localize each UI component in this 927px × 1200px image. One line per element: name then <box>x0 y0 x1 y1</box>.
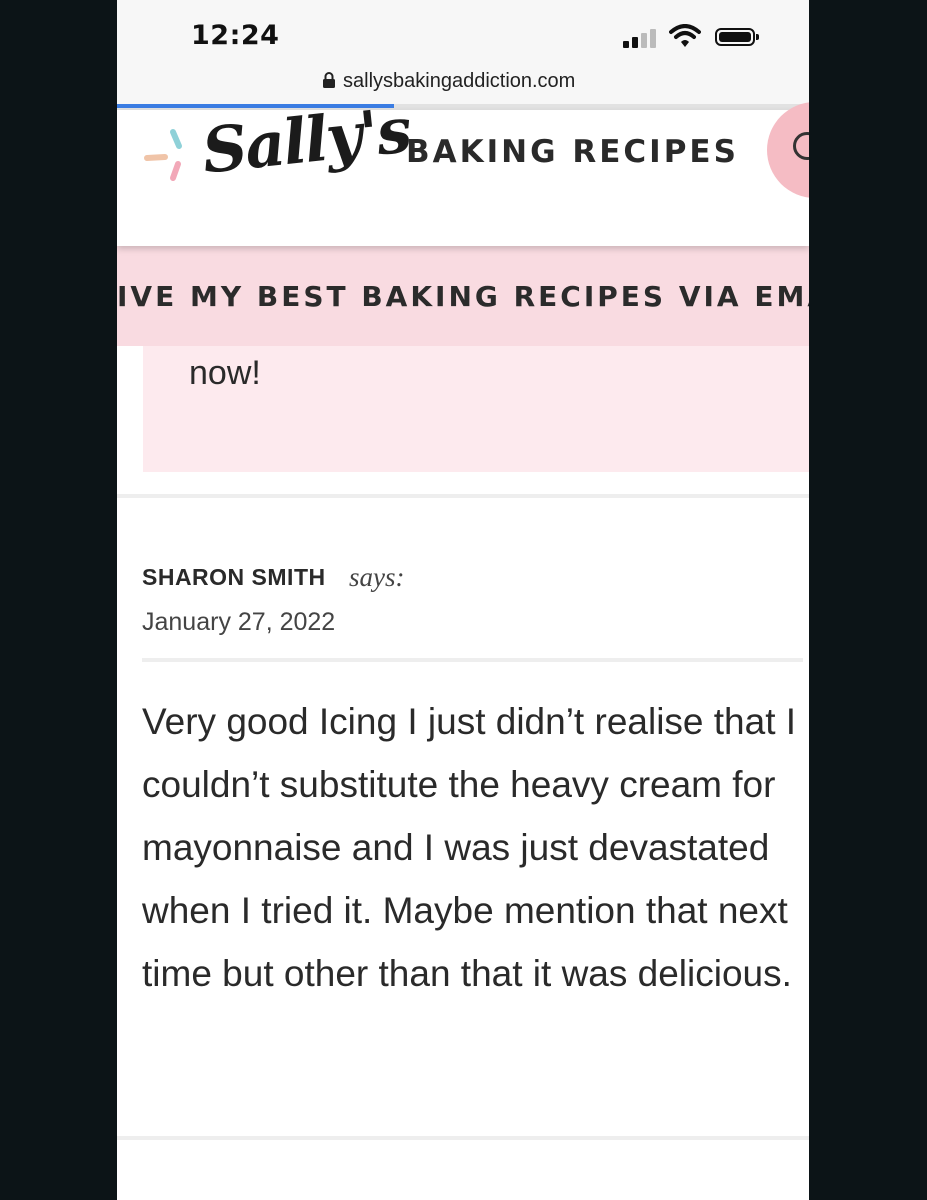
site-header: Sally's BAKING RECIPES <box>117 93 809 246</box>
phone-screen: 12:24 sallysbakingaddiction.com Sally's … <box>117 0 809 1200</box>
email-signup-banner[interactable]: IVE MY BEST BAKING RECIPES VIA EMAI <box>117 246 809 346</box>
search-button[interactable] <box>767 102 809 198</box>
comment-body: Very good Icing I just didn’t realise th… <box>142 701 797 994</box>
comment-author: SHARON SMITH <box>142 564 326 590</box>
url-text[interactable]: sallysbakingaddiction.com <box>343 70 575 93</box>
comment-meta-divider <box>142 658 803 662</box>
battery-icon <box>715 28 759 46</box>
promo-box: now! <box>143 346 809 472</box>
comment-says-label: says: <box>349 562 405 592</box>
address-bar[interactable]: sallysbakingaddiction.com <box>117 60 809 104</box>
wifi-icon <box>669 24 701 47</box>
search-icon <box>793 132 809 160</box>
promo-text: now! <box>189 354 261 392</box>
email-banner-text: IVE MY BEST BAKING RECIPES VIA EMAI <box>117 280 809 313</box>
status-bar: 12:24 <box>117 0 809 60</box>
section-divider <box>117 494 809 498</box>
sprinkles-logo-icon <box>144 129 182 181</box>
comment-date[interactable]: January 27, 2022 <box>142 608 335 637</box>
comment-divider <box>117 1136 809 1140</box>
status-time: 12:24 <box>191 20 280 51</box>
cellular-signal-icon <box>623 28 659 48</box>
logo-text[interactable]: BAKING RECIPES <box>406 134 739 170</box>
lock-icon <box>323 72 335 88</box>
